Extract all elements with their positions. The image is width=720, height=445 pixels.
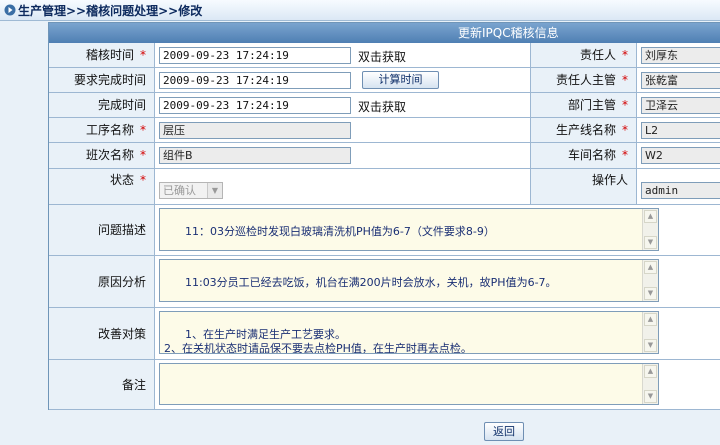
scroll-up-icon[interactable]: ▲ xyxy=(644,365,657,378)
responsible-supervisor-input[interactable]: 张乾富 xyxy=(641,72,720,89)
scroll-down-icon[interactable]: ▼ xyxy=(644,287,657,300)
process-name-input[interactable]: 层压 xyxy=(159,122,351,139)
remarks-textarea[interactable]: ▲ ▼ xyxy=(159,363,659,405)
shift-name-input[interactable]: 组件B xyxy=(159,147,351,164)
audit-time-cell: 2009-09-23 17:24:19 双击获取 xyxy=(155,43,531,68)
root-cause-label: 原因分析 xyxy=(49,256,155,308)
breadcrumb-bar: 生产管理>>稽核问题处理>>修改 xyxy=(0,0,720,21)
countermeasure-label: 改善对策 xyxy=(49,308,155,360)
completion-time-cell: 2009-09-23 17:24:19 双击获取 xyxy=(155,93,531,118)
root-cause-textarea[interactable]: 11:03分员工已经去吃饭，机台在满200片时会放水，关机，故PH值为6-7。 … xyxy=(159,259,659,302)
workshop-input[interactable]: W2 xyxy=(641,147,720,164)
problem-description-text: 11：03分巡检时发现白玻璃清洗机PH值为6-7（文件要求8-9） xyxy=(184,225,495,238)
countermeasure-text: 1、在生产时满足生产工艺要求。 2、在关机状态时请品保不要去点检PH值，在生产时… xyxy=(164,328,472,354)
responsible-person-label: 责任人 * xyxy=(531,43,637,68)
production-line-label: 生产线名称 * xyxy=(531,118,637,143)
required-time-label: 要求完成时间 xyxy=(49,68,155,93)
chevron-down-icon: ▼ xyxy=(207,183,222,198)
status-label: 状态 * xyxy=(49,169,155,205)
production-line-input[interactable]: L2 xyxy=(641,122,720,139)
audit-time-input[interactable]: 2009-09-23 17:24:19 xyxy=(159,47,351,64)
workshop-label: 车间名称 * xyxy=(531,143,637,169)
responsible-person-input[interactable]: 刘厚东 xyxy=(641,47,720,64)
root-cause-text: 11:03分员工已经去吃饭，机台在满200片时会放水，关机，故PH值为6-7。 xyxy=(184,276,557,289)
scroll-down-icon[interactable]: ▼ xyxy=(644,236,657,249)
workshop-cell: W2 xyxy=(637,143,720,169)
remarks-cell: ▲ ▼ xyxy=(155,360,720,410)
scrollbar[interactable]: ▲ ▼ xyxy=(642,364,658,404)
responsible-supervisor-label: 责任人主管 * xyxy=(531,68,637,93)
responsible-supervisor-cell: 张乾富 xyxy=(637,68,720,93)
scroll-up-icon[interactable]: ▲ xyxy=(644,261,657,274)
calculate-time-button[interactable]: 计算时间 xyxy=(362,71,439,89)
completion-time-label: 完成时间 xyxy=(49,93,155,118)
process-name-cell: 层压 xyxy=(155,118,531,143)
root-cause-cell: 11:03分员工已经去吃饭，机台在满200片时会放水，关机，故PH值为6-7。 … xyxy=(155,256,720,308)
operator-label: 操作人 xyxy=(531,169,637,205)
production-line-cell: L2 xyxy=(637,118,720,143)
problem-description-textarea[interactable]: 11：03分巡检时发现白玻璃清洗机PH值为6-7（文件要求8-9） ▲ ▼ xyxy=(159,208,659,251)
operator-input[interactable]: admin xyxy=(641,182,720,199)
required-time-input[interactable]: 2009-09-23 17:24:19 xyxy=(159,72,351,89)
scroll-down-icon[interactable]: ▼ xyxy=(644,390,657,403)
required-time-cell: 2009-09-23 17:24:19 计算时间 xyxy=(155,68,531,93)
scroll-up-icon[interactable]: ▲ xyxy=(644,313,657,326)
scrollbar[interactable]: ▲ ▼ xyxy=(642,312,658,353)
department-supervisor-input[interactable]: 卫泽云 xyxy=(641,97,720,114)
audit-time-fetch-link[interactable]: 双击获取 xyxy=(358,48,406,65)
operator-cell: admin xyxy=(637,169,720,205)
form-title-bar: 更新IPQC稽核信息 xyxy=(49,23,720,43)
status-select[interactable]: 已确认 ▼ xyxy=(159,182,223,199)
remarks-label: 备注 xyxy=(49,360,155,410)
back-button[interactable]: 返回 xyxy=(484,422,524,441)
status-cell: 已确认 ▼ xyxy=(155,169,531,205)
scrollbar[interactable]: ▲ ▼ xyxy=(642,260,658,301)
scroll-down-icon[interactable]: ▼ xyxy=(644,339,657,352)
department-supervisor-label: 部门主管 * xyxy=(531,93,637,118)
status-select-value: 已确认 xyxy=(163,184,196,197)
department-supervisor-cell: 卫泽云 xyxy=(637,93,720,118)
responsible-person-cell: 刘厚东 xyxy=(637,43,720,68)
countermeasure-cell: 1、在生产时满足生产工艺要求。 2、在关机状态时请品保不要去点检PH值，在生产时… xyxy=(155,308,720,360)
arrow-right-icon xyxy=(4,4,16,16)
shift-name-label: 班次名称 * xyxy=(49,143,155,169)
scroll-up-icon[interactable]: ▲ xyxy=(644,210,657,223)
process-name-label: 工序名称 * xyxy=(49,118,155,143)
audit-time-label: 稽核时间 * xyxy=(49,43,155,68)
shift-name-cell: 组件B xyxy=(155,143,531,169)
problem-description-cell: 11：03分巡检时发现白玻璃清洗机PH值为6-7（文件要求8-9） ▲ ▼ xyxy=(155,205,720,256)
completion-time-input[interactable]: 2009-09-23 17:24:19 xyxy=(159,97,351,114)
form-title: 更新IPQC稽核信息 xyxy=(458,26,559,40)
countermeasure-textarea[interactable]: 1、在生产时满足生产工艺要求。 2、在关机状态时请品保不要去点检PH值，在生产时… xyxy=(159,311,659,354)
scrollbar[interactable]: ▲ ▼ xyxy=(642,209,658,250)
completion-time-fetch-link[interactable]: 双击获取 xyxy=(358,98,406,115)
audit-form: 更新IPQC稽核信息 稽核时间 * 2009-09-23 17:24:19 双击获… xyxy=(48,22,720,410)
problem-description-label: 问题描述 xyxy=(49,205,155,256)
breadcrumb: 生产管理>>稽核问题处理>>修改 xyxy=(18,4,203,18)
